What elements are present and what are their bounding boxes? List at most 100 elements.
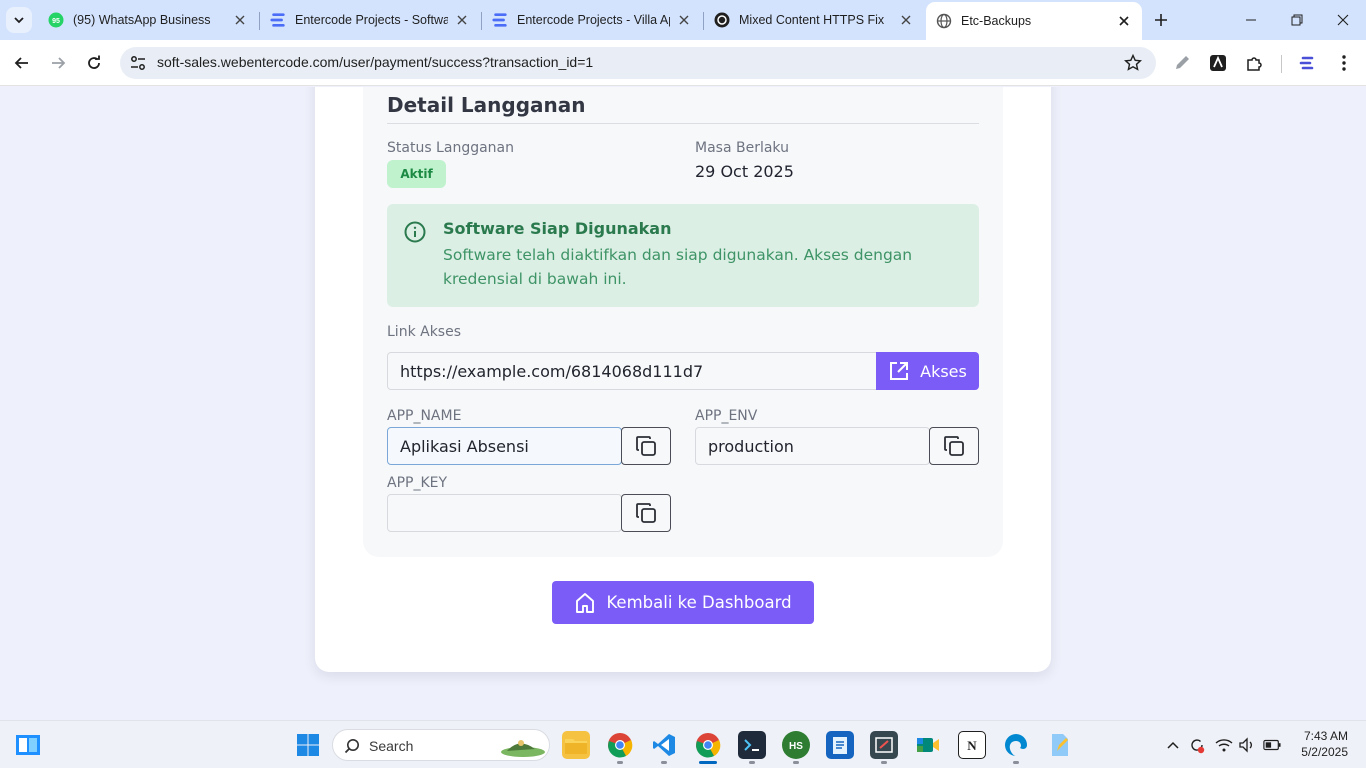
new-tab-button[interactable] xyxy=(1149,8,1173,32)
app-key-field[interactable] xyxy=(387,494,622,532)
tab-search-button[interactable] xyxy=(6,7,32,33)
running-indicator xyxy=(1013,761,1019,764)
globe-icon xyxy=(936,13,952,29)
entercode-icon xyxy=(270,12,286,28)
alert-title: Software Siap Digunakan xyxy=(443,219,672,238)
tab-title: Etc-Backups xyxy=(961,14,1032,28)
vscode-icon[interactable] xyxy=(650,731,678,759)
chrome-icon[interactable] xyxy=(694,731,722,759)
back-to-dashboard-button[interactable]: Kembali ke Dashboard xyxy=(552,581,814,624)
back-button[interactable] xyxy=(10,51,34,75)
profile-entercode-icon[interactable] xyxy=(1295,51,1319,75)
heidisql-icon[interactable]: HS xyxy=(782,731,810,759)
close-icon[interactable] xyxy=(454,12,470,28)
battery-icon[interactable] xyxy=(1263,736,1281,754)
bookmark-star-icon[interactable] xyxy=(1123,53,1143,76)
sync-alert-icon[interactable] xyxy=(1188,736,1206,754)
toolbar-separator xyxy=(1281,55,1282,73)
notion-icon[interactable]: N xyxy=(958,731,986,759)
close-icon xyxy=(1337,14,1349,26)
close-icon[interactable] xyxy=(1116,13,1132,29)
forward-button[interactable] xyxy=(46,51,70,75)
tab-mixed-content[interactable]: Mixed Content HTTPS Fix xyxy=(704,4,924,36)
site-info-icon[interactable] xyxy=(129,54,147,76)
pencil-extension-icon[interactable] xyxy=(1170,51,1194,75)
app-key-label: APP_KEY xyxy=(387,475,448,491)
taskbar-search[interactable]: Search xyxy=(332,729,550,761)
browser-toolbar: soft-sales.webentercode.com/user/payment… xyxy=(0,40,1366,86)
meet-icon[interactable] xyxy=(914,731,942,759)
search-highlight-image xyxy=(501,740,545,757)
copy-icon xyxy=(944,436,964,456)
app-env-label: APP_ENV xyxy=(695,408,758,424)
close-window-button[interactable] xyxy=(1320,0,1366,40)
link-label: Link Akses xyxy=(387,324,462,340)
copy-app-name-button[interactable] xyxy=(621,427,671,465)
snipping-tool-icon[interactable] xyxy=(870,731,898,759)
restore-button[interactable] xyxy=(1274,0,1320,40)
tab-etc-backups[interactable]: Etc-Backups xyxy=(926,2,1142,40)
url-text[interactable]: soft-sales.webentercode.com/user/payment… xyxy=(157,54,593,70)
success-alert: Software Siap Digunakan Software telah d… xyxy=(387,204,979,307)
widgets-icon[interactable] xyxy=(14,731,42,759)
tab-title: (95) WhatsApp Business xyxy=(73,13,211,27)
app-env-field[interactable] xyxy=(695,427,930,465)
tab-entercode-villa[interactable]: Entercode Projects - Villa App xyxy=(482,4,702,36)
notepad-icon[interactable] xyxy=(826,731,854,759)
link-input[interactable] xyxy=(400,353,870,389)
close-icon[interactable] xyxy=(898,12,914,28)
edge-icon[interactable] xyxy=(1002,731,1030,759)
minimize-button[interactable] xyxy=(1228,0,1274,40)
svg-text:95: 95 xyxy=(52,18,60,25)
tab-title: Entercode Projects - Software xyxy=(295,13,448,27)
chrome-profile-icon[interactable] xyxy=(606,731,634,759)
taskbar-clock[interactable]: 7:43 AM 5/2/2025 xyxy=(1301,728,1348,760)
status-badge: Aktif xyxy=(387,160,446,188)
divider xyxy=(387,123,979,124)
tab-title: Entercode Projects - Villa App xyxy=(517,13,670,27)
file-explorer-icon[interactable] xyxy=(562,731,590,759)
tab-strip: 95 (95) WhatsApp Business Entercode Proj… xyxy=(0,0,1366,40)
app-name-field[interactable] xyxy=(387,427,622,465)
expiry-label: Masa Berlaku xyxy=(695,140,789,156)
plus-icon xyxy=(1155,14,1167,26)
reload-button[interactable] xyxy=(82,51,106,75)
tab-entercode-software[interactable]: Entercode Projects - Software xyxy=(260,4,480,36)
clock-time: 7:43 AM xyxy=(1303,729,1348,743)
wifi-icon[interactable] xyxy=(1215,736,1233,754)
restore-icon xyxy=(1291,14,1303,26)
volume-icon[interactable] xyxy=(1238,736,1256,754)
copy-app-env-button[interactable] xyxy=(929,427,979,465)
chevron-up-icon[interactable] xyxy=(1164,736,1182,754)
close-icon[interactable] xyxy=(676,12,692,28)
close-icon[interactable] xyxy=(232,12,248,28)
running-indicator xyxy=(881,761,887,764)
taskbar-search-placeholder: Search xyxy=(369,738,414,754)
active-indicator xyxy=(699,761,717,764)
clock-date: 5/2/2025 xyxy=(1301,745,1348,759)
expiry-value: 29 Oct 2025 xyxy=(695,162,794,181)
reload-icon xyxy=(88,55,100,69)
address-bar[interactable]: soft-sales.webentercode.com/user/payment… xyxy=(120,47,1156,79)
app-name-label: APP_NAME xyxy=(387,408,462,424)
extensions-puzzle-icon[interactable] xyxy=(1242,51,1266,75)
windows-taskbar: Search HS N 7:43 AM 5/2/2025 xyxy=(0,720,1366,768)
copy-icon xyxy=(636,503,656,523)
editor-icon[interactable] xyxy=(1046,731,1074,759)
minimize-icon xyxy=(1246,19,1256,21)
tab-whatsapp[interactable]: 95 (95) WhatsApp Business xyxy=(38,4,258,36)
app-name-input[interactable] xyxy=(400,428,615,464)
terminal-icon[interactable] xyxy=(738,731,766,759)
running-indicator xyxy=(617,761,623,764)
app-key-input[interactable] xyxy=(400,495,615,531)
akses-button[interactable]: Akses xyxy=(876,352,979,390)
a-extension-icon[interactable] xyxy=(1206,51,1230,75)
whatsapp-icon: 95 xyxy=(48,12,64,28)
copy-app-key-button[interactable] xyxy=(621,494,671,532)
link-field[interactable] xyxy=(387,352,877,390)
openai-icon xyxy=(714,12,730,28)
start-windows-icon[interactable] xyxy=(294,731,322,759)
menu-kebab-icon[interactable] xyxy=(1332,51,1356,75)
arrow-left-icon xyxy=(14,57,28,69)
app-env-input[interactable] xyxy=(708,428,923,464)
